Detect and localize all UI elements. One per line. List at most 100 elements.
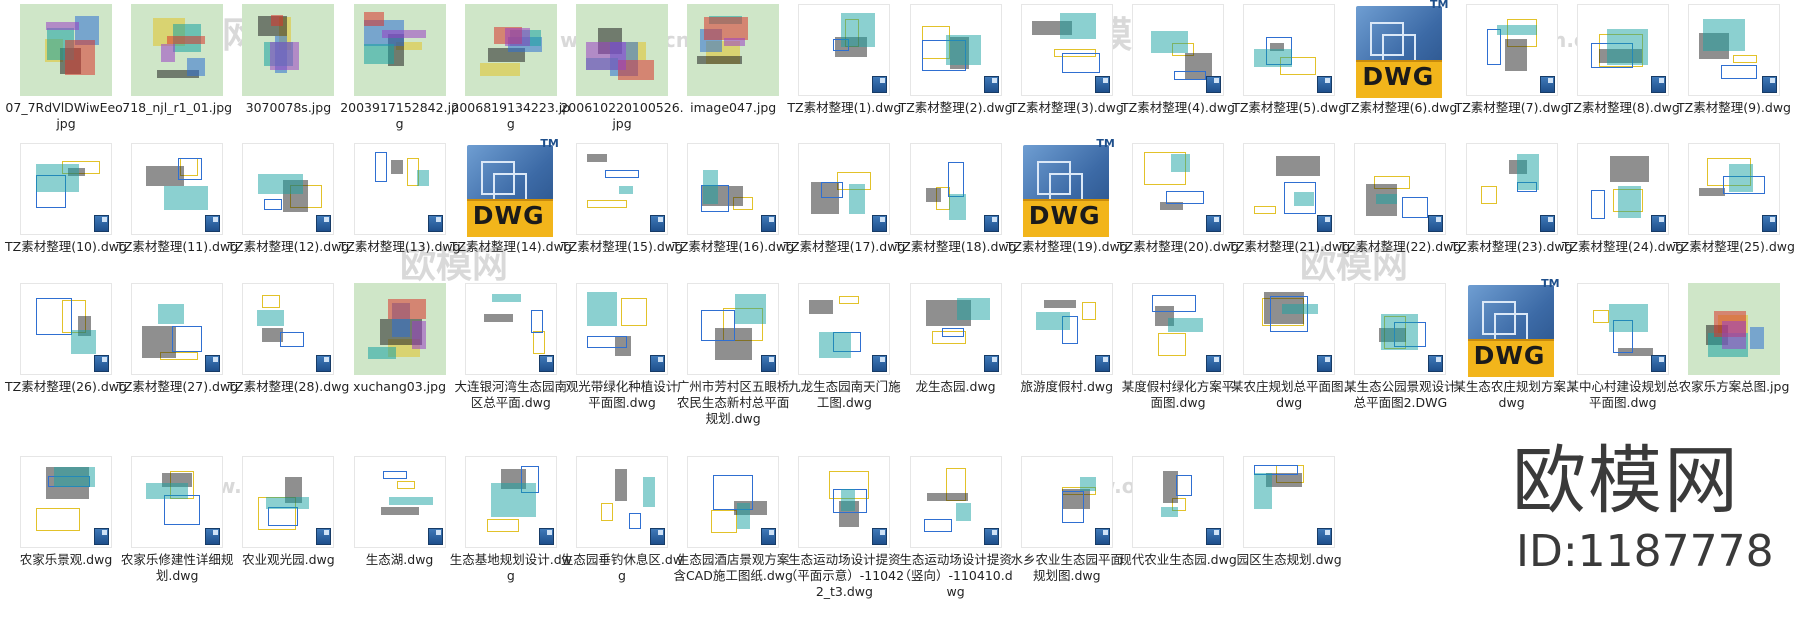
drawing-thumbnail [1465, 4, 1558, 96]
file-name: 农家乐景观.dwg [19, 552, 113, 567]
autocad-file-icon [1094, 528, 1110, 545]
file-name: 某农庄规划总平面图.dwg [1230, 379, 1348, 410]
thumbnail-detail [945, 35, 981, 65]
thumbnail-detail [142, 326, 177, 358]
thumbnail-detail [947, 162, 964, 197]
file-name: 生态运动场设计提资（平面示意）-110422_t3.dwg [784, 552, 905, 599]
dwg-icon-label: DWG [1028, 201, 1101, 230]
file-name: TZ素材整理(23).dwg [1450, 239, 1573, 254]
thumbnail-detail [643, 477, 655, 507]
file-name: TZ素材整理(19).dwg [1005, 239, 1128, 254]
thumbnail-detail [161, 44, 176, 62]
drawing-thumbnail [1688, 143, 1780, 235]
file-name: 生态运动场设计提资（竖向）-110410.dwg [898, 552, 1013, 599]
thumbnail-detail [491, 294, 521, 302]
thumbnail-detail [1176, 475, 1192, 496]
autocad-file-icon [1428, 355, 1444, 372]
file-name: 生态园酒店景观方案含CAD施工图纸.dwg [673, 552, 793, 583]
thumbnail-detail [146, 483, 189, 499]
file-name: TZ素材整理(22).dwg [1339, 239, 1462, 254]
autocad-file-icon [983, 355, 999, 372]
file-name: TZ素材整理(1).dwg [787, 100, 902, 115]
autocad-file-icon [983, 76, 999, 93]
thumbnail-detail [1699, 188, 1725, 196]
thumbnail-detail [1158, 333, 1186, 356]
thumbnail-detail [71, 330, 96, 354]
dwg-file-icon: DWG TM [1466, 277, 1562, 379]
drawing-thumbnail [798, 456, 891, 548]
thumbnail-detail [381, 30, 426, 38]
thumbnail-detail [1161, 507, 1178, 517]
thumbnail-detail [411, 321, 426, 349]
thumbnail-detail [1381, 314, 1419, 350]
thumbnail-detail [1171, 154, 1190, 172]
thumbnail-detail [737, 503, 751, 529]
autocad-file-icon [761, 355, 777, 372]
dwg-icon-label: DWG [472, 201, 545, 230]
autocad-file-icon [427, 215, 443, 232]
autocad-file-icon [872, 215, 888, 232]
thumbnail-detail [1376, 194, 1398, 204]
thumbnail-detail [390, 160, 403, 174]
drawing-thumbnail [1243, 4, 1336, 96]
autocad-file-icon [205, 215, 221, 232]
autocad-file-icon [316, 355, 332, 372]
file-name: 某生态公园景观设计总平面图2.DWG [1344, 379, 1457, 410]
thumbnail-detail [601, 503, 613, 521]
autocad-file-icon [1428, 215, 1444, 232]
file-name: 观光带绿化种植设计平面图.dwg [565, 379, 679, 410]
drawing-thumbnail [909, 283, 1002, 375]
thumbnail-detail [271, 15, 284, 26]
autocad-file-icon [1762, 215, 1777, 232]
thumbnail-detail [587, 200, 627, 208]
file-name: TZ素材整理(5).dwg [1232, 100, 1347, 115]
thumbnail-detail [1035, 312, 1070, 330]
thumbnail-detail [619, 186, 633, 194]
autocad-file-icon [1650, 355, 1666, 372]
file-name: TZ素材整理(13).dwg [338, 239, 461, 254]
drawing-thumbnail [353, 456, 446, 548]
image-thumbnail [1688, 283, 1780, 375]
thumbnail-detail [605, 170, 639, 178]
thumbnail-detail [1276, 156, 1321, 176]
thumbnail-detail [1282, 304, 1319, 314]
file-name: TZ素材整理(10).dwg [5, 239, 127, 254]
file-name: 九龙生态园南天门施工图.dwg [788, 379, 901, 410]
thumbnail-detail [258, 174, 304, 194]
file-name: TZ素材整理(25).dwg [1673, 239, 1795, 254]
thumbnail-detail [819, 332, 852, 358]
thumbnail-detail [504, 28, 530, 46]
file-name: TZ素材整理(18).dwg [894, 239, 1017, 254]
drawing-thumbnail [1132, 4, 1224, 96]
drawing-thumbnail [20, 456, 112, 548]
file-name: 现代农业生态园.dwg [1119, 552, 1237, 567]
autocad-file-icon [1317, 355, 1333, 372]
file-name: TZ素材整理(16).dwg [672, 239, 795, 254]
file-name: 某生态农庄规划方案.dwg [1453, 379, 1570, 410]
drawing-thumbnail [1132, 143, 1224, 235]
thumbnail-detail [629, 513, 641, 529]
drawing-thumbnail [464, 283, 557, 375]
thumbnail-detail [615, 469, 627, 501]
thumbnail-detail [587, 292, 617, 326]
file-name: TZ素材整理(9).dwg [1677, 100, 1791, 115]
dwg-icon-trademark: TM [1541, 277, 1560, 290]
file-name: 07_7RdVlDWiwEeo.jpg [5, 100, 127, 131]
autocad-file-icon [872, 528, 888, 545]
drawing-thumbnail [1688, 4, 1780, 96]
thumbnail-detail [697, 56, 743, 64]
drawing-thumbnail [353, 143, 446, 235]
thumbnail-detail [532, 331, 545, 354]
autocad-file-icon [205, 355, 221, 372]
autocad-file-icon [983, 215, 999, 232]
thumbnail-detail [1166, 191, 1204, 204]
thumbnail-detail [382, 471, 407, 479]
thumbnail-detail [948, 194, 966, 220]
thumbnail-detail [178, 158, 203, 180]
thumbnail-detail [1061, 491, 1084, 523]
thumbnail-detail [416, 170, 429, 186]
file-name: xuchang03.jpg [353, 379, 447, 394]
thumbnail-detail [1703, 19, 1745, 51]
drawing-thumbnail [242, 456, 335, 548]
thumbnail-detail [486, 519, 519, 532]
